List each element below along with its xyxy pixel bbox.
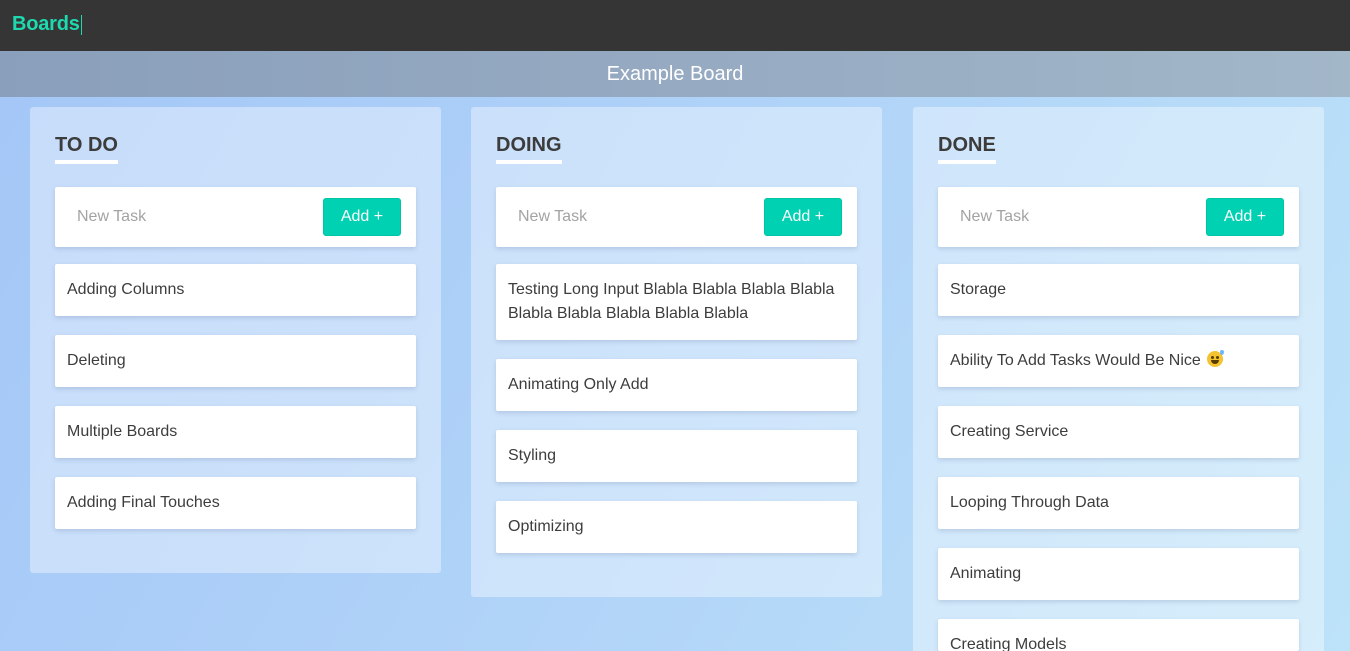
new-task-input[interactable]	[510, 201, 756, 233]
task-card[interactable]: Creating Service	[938, 406, 1299, 458]
grinning-face-with-sweat-icon	[1207, 350, 1225, 367]
task-card[interactable]: Animating Only Add	[496, 359, 857, 411]
board-title: Example Board	[606, 63, 744, 85]
app-brand[interactable]: Boards	[12, 12, 82, 36]
new-task-input[interactable]	[69, 201, 315, 233]
column-title: DOING	[496, 133, 562, 164]
task-card[interactable]: Multiple Boards	[55, 406, 416, 458]
task-card[interactable]: Adding Columns	[55, 264, 416, 316]
new-task-form: Add +	[496, 187, 857, 247]
new-task-form: Add +	[55, 187, 416, 247]
add-task-button[interactable]: Add +	[1206, 198, 1284, 236]
task-card[interactable]: Ability To Add Tasks Would Be Nice	[938, 335, 1299, 387]
task-label: Ability To Add Tasks Would Be Nice	[950, 352, 1201, 369]
task-card[interactable]: Adding Final Touches	[55, 477, 416, 529]
task-card[interactable]: Styling	[496, 430, 857, 482]
add-task-button[interactable]: Add +	[323, 198, 401, 236]
column-done: DONE Add + Storage Ability To Add Tasks …	[913, 107, 1324, 651]
brand-label: Boards	[12, 13, 80, 35]
column-doing: DOING Add + Testing Long Input Blabla Bl…	[471, 107, 882, 597]
task-card[interactable]: Storage	[938, 264, 1299, 316]
task-card[interactable]: Animating	[938, 548, 1299, 600]
text-cursor	[80, 14, 82, 35]
column-title: TO DO	[55, 133, 118, 164]
top-navbar: Boards	[0, 0, 1350, 51]
new-task-input[interactable]	[952, 201, 1198, 233]
task-card[interactable]: Looping Through Data	[938, 477, 1299, 529]
column-todo: TO DO Add + Adding Columns Deleting Mult…	[30, 107, 441, 573]
task-card[interactable]: Testing Long Input Blabla Blabla Blabla …	[496, 264, 857, 340]
new-task-form: Add +	[938, 187, 1299, 247]
add-task-button[interactable]: Add +	[764, 198, 842, 236]
task-card[interactable]: Creating Models	[938, 619, 1299, 651]
task-card[interactable]: Optimizing	[496, 501, 857, 553]
task-card[interactable]: Deleting	[55, 335, 416, 387]
column-title: DONE	[938, 133, 996, 164]
board-title-bar: Example Board	[0, 51, 1350, 97]
